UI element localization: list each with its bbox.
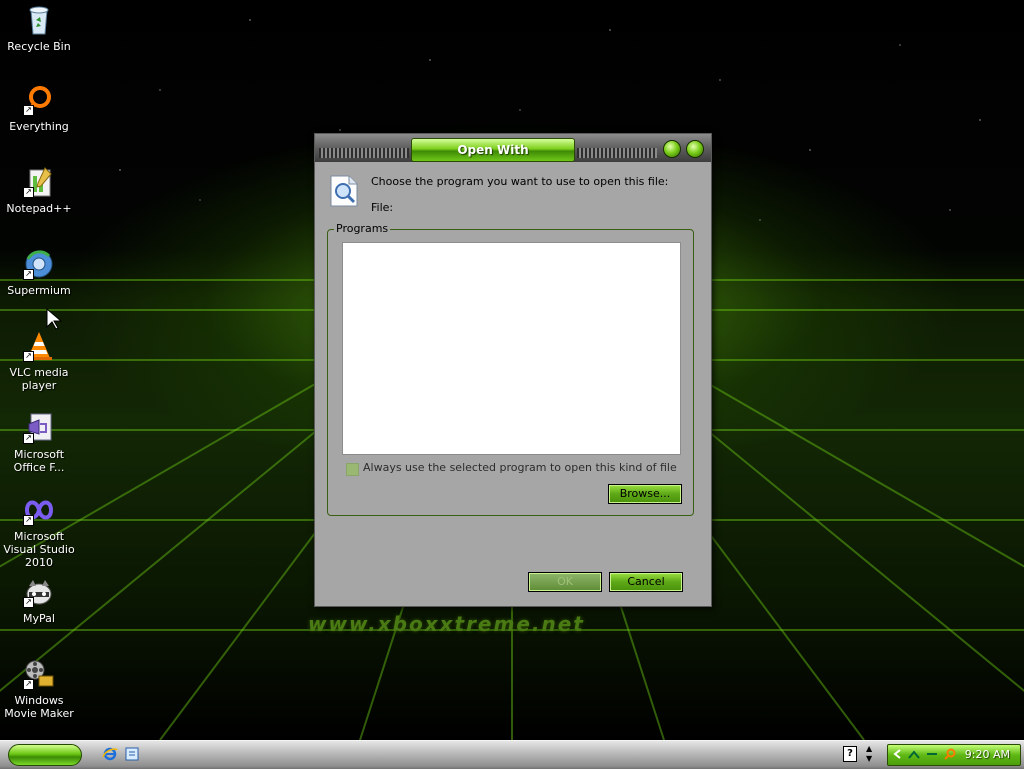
help-icon[interactable]: ? (843, 746, 857, 762)
dialog-title: Open With (411, 138, 575, 162)
start-button[interactable] (8, 744, 82, 766)
everything-search-icon: ↗ (23, 84, 55, 116)
volume-icon[interactable] (926, 748, 938, 760)
vlc-cone-icon: ↗ (23, 330, 55, 362)
movie-maker-icon: ↗ (23, 658, 55, 690)
ok-button[interactable]: OK (528, 572, 602, 592)
shortcut-arrow-icon: ↗ (23, 351, 34, 362)
help-button[interactable] (663, 140, 681, 158)
shortcut-arrow-icon: ↗ (23, 515, 34, 526)
desktop-icon-mypal[interactable]: ↗ MyPal (0, 576, 78, 625)
desktop-icon-movie-maker[interactable]: ↗ Windows Movie Maker (0, 658, 78, 720)
mypal-raccoon-icon: ↗ (23, 576, 55, 608)
shortcut-arrow-icon: ↗ (23, 679, 34, 690)
open-with-dialog: Open With Choose the program you want to… (314, 133, 712, 607)
recycle-bin-icon (23, 4, 55, 36)
desktop-icon-label: Supermium (7, 284, 71, 297)
desktop-icon-supermium[interactable]: ↗ Supermium (0, 248, 78, 297)
show-desktop-icon[interactable] (124, 746, 140, 762)
office-document-icon: ↗ (23, 412, 55, 444)
programs-group-label: Programs (334, 222, 391, 235)
desktop-icon-everything[interactable]: ↗ Everything (0, 84, 78, 133)
desktop-icon-label: Microsoft Visual Studio 2010 (3, 530, 75, 569)
shortcut-arrow-icon: ↗ (23, 105, 34, 116)
programs-group: Programs Always use the selected program… (327, 222, 694, 516)
desktop-icon-microsoft-office[interactable]: ↗ Microsoft Office F... (0, 412, 78, 474)
taskbar-clock[interactable]: 9:20 AM (965, 748, 1010, 761)
desktop-icon-label: Windows Movie Maker (4, 694, 74, 720)
dialog-titlebar[interactable]: Open With (315, 134, 711, 162)
close-button[interactable] (686, 140, 704, 158)
internet-explorer-icon[interactable] (102, 746, 118, 762)
desktop-icon-label: VLC media player (9, 366, 69, 392)
taskbar: ? ▲ ▼ 9:20 AM (0, 740, 1024, 769)
always-use-checkbox[interactable] (346, 463, 359, 476)
document-search-icon (330, 175, 358, 207)
shortcut-arrow-icon: ↗ (23, 187, 34, 198)
file-label: File: (371, 201, 394, 214)
desktop-icon-label: Recycle Bin (7, 40, 71, 53)
shortcut-arrow-icon: ↗ (23, 597, 34, 608)
programs-list[interactable] (342, 242, 681, 455)
desktop-icon-vlc[interactable]: ↗ VLC media player (0, 330, 78, 392)
everything-tray-icon[interactable] (944, 748, 956, 760)
supermium-browser-icon: ↗ (23, 248, 55, 280)
cancel-button[interactable]: Cancel (609, 572, 683, 592)
mouse-cursor-icon (46, 308, 63, 330)
browse-button[interactable]: Browse... (608, 484, 682, 504)
desktop-icon-notepad-plus-plus[interactable]: ↗ Notepad++ (0, 166, 78, 215)
desktop-icon-label: Notepad++ (6, 202, 72, 215)
dialog-prompt: Choose the program you want to use to op… (371, 175, 669, 188)
titlebar-grip (319, 148, 409, 158)
visual-studio-icon: ↗ (23, 494, 55, 526)
system-tray: 9:20 AM (887, 744, 1021, 766)
shortcut-arrow-icon: ↗ (23, 269, 34, 280)
notepad-plus-plus-icon: ↗ (23, 166, 55, 198)
desktop-icon-label: MyPal (23, 612, 55, 625)
tray-collapse-icon[interactable] (892, 748, 904, 760)
tray-updown-icon[interactable]: ▲ ▼ (866, 744, 872, 764)
wallpaper-watermark: www.xboxxtreme.net (308, 612, 585, 636)
desktop-icon-visual-studio[interactable]: ↗ Microsoft Visual Studio 2010 (0, 494, 78, 569)
desktop-icon-label: Everything (9, 120, 69, 133)
network-icon[interactable] (908, 748, 920, 760)
desktop-icon-label: Microsoft Office F... (13, 448, 65, 474)
always-use-label[interactable]: Always use the selected program to open … (363, 461, 677, 474)
desktop-icon-recycle-bin[interactable]: Recycle Bin (0, 4, 78, 53)
shortcut-arrow-icon: ↗ (23, 433, 34, 444)
titlebar-grip (577, 148, 657, 158)
